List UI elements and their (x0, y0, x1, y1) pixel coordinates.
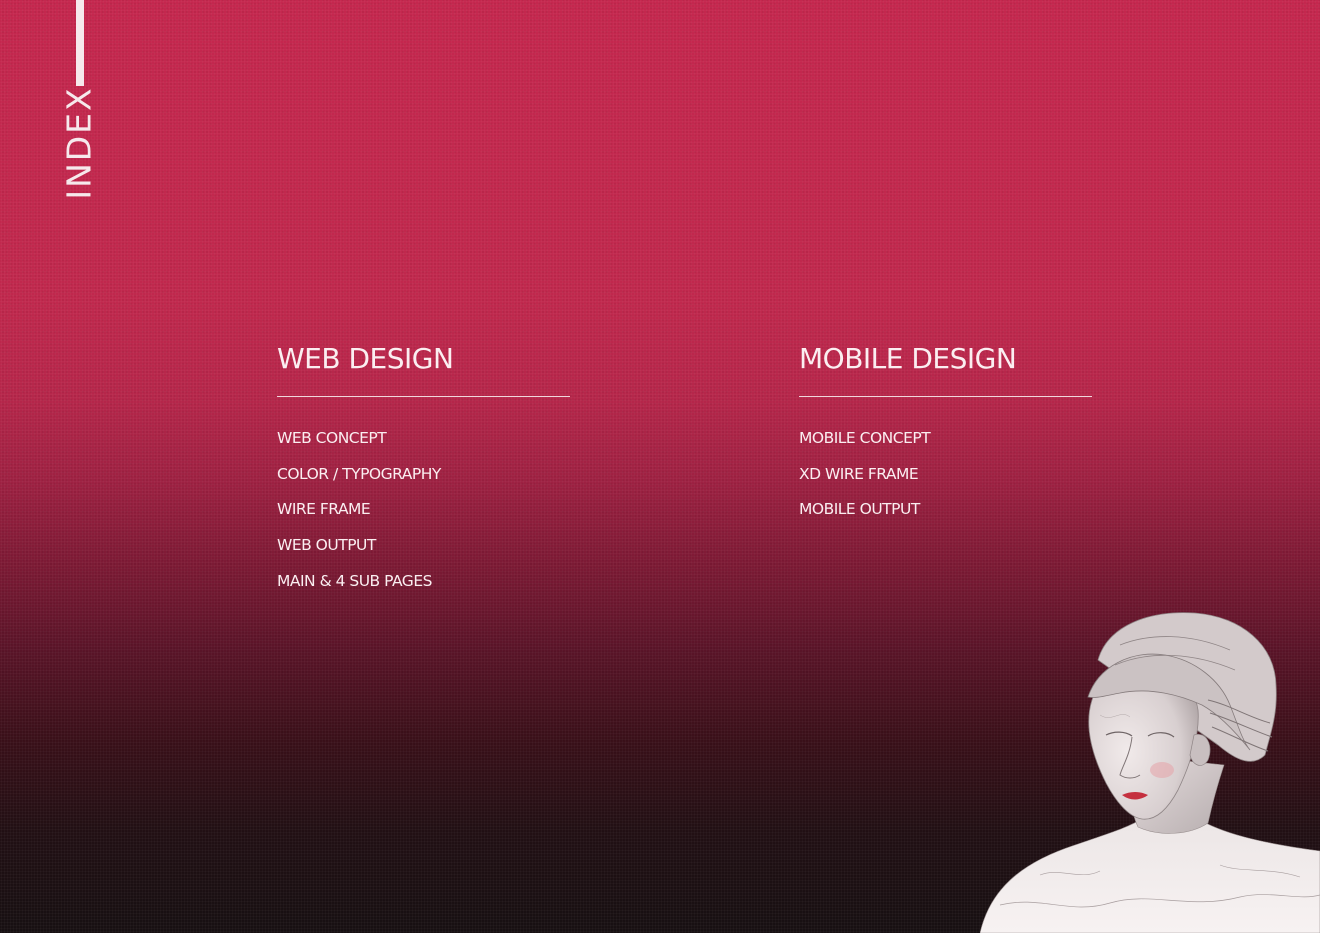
web-item-color-typography: COLOR / TYPOGRAPHY (277, 464, 441, 483)
web-design-list: WEB CONCEPT COLOR / TYPOGRAPHY WIRE FRAM… (277, 421, 571, 599)
statue-bust-image (980, 612, 1320, 933)
mobile-item-output: MOBILE OUTPUT (799, 500, 920, 519)
web-item-wire-frame: WIRE FRAME (277, 500, 371, 519)
web-design-title: WEB DESIGN (277, 342, 454, 375)
index-accent-bar (76, 0, 84, 86)
mobile-design-list: MOBILE CONCEPT XD WIRE FRAME MOBILE OUTP… (799, 421, 1093, 528)
index-label: INDEX (59, 86, 99, 200)
index-page: INDEX WEB DESIGN WEB CONCEPT COLOR / TYP… (0, 0, 1320, 933)
mobile-design-section: MOBILE DESIGN MOBILE CONCEPT XD WIRE FRA… (799, 340, 1093, 528)
web-item-pages: MAIN & 4 SUB PAGES (277, 571, 432, 590)
mobile-item-concept: MOBILE CONCEPT (799, 429, 931, 447)
mobile-design-divider (799, 396, 1092, 397)
web-design-divider (277, 396, 570, 397)
web-design-section: WEB DESIGN WEB CONCEPT COLOR / TYPOGRAPH… (277, 340, 571, 599)
mobile-item-xd-wire-frame: XD WIRE FRAME (799, 464, 919, 483)
mobile-design-title: MOBILE DESIGN (799, 342, 1017, 375)
web-item-output: WEB OUTPUT (277, 536, 376, 555)
web-item-concept: WEB CONCEPT (277, 429, 387, 447)
